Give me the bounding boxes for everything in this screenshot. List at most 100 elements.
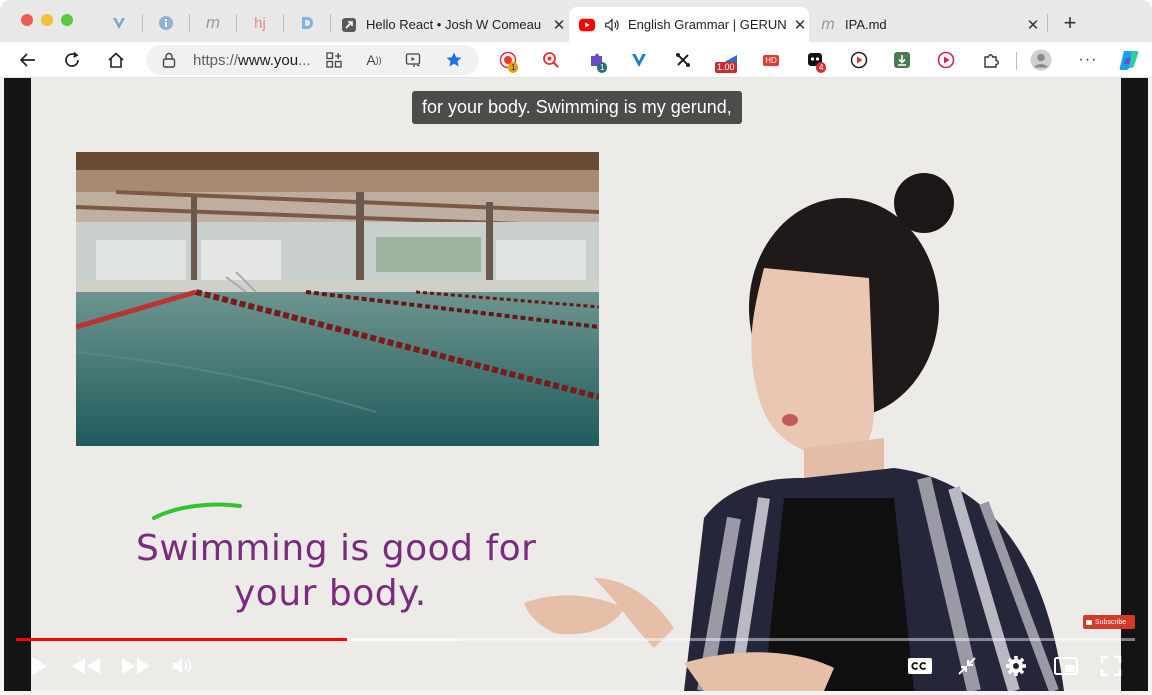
url-text: https://www.you... <box>193 52 311 69</box>
read-aloud-icon[interactable]: A)) <box>364 50 384 70</box>
extension-badge: 1 <box>597 62 608 73</box>
extension-zoom[interactable] <box>540 49 562 71</box>
letterbox-right <box>1121 78 1148 691</box>
close-tab-icon[interactable]: ✕ <box>550 16 568 34</box>
arrow-square-icon <box>341 17 357 33</box>
extension-mask[interactable]: 4 <box>804 49 827 73</box>
video-player[interactable]: for your body. Swimming is my gerund, Sw… <box>4 78 1148 691</box>
previous-button[interactable] <box>68 653 104 679</box>
green-underline-mark <box>152 502 242 520</box>
d-icon <box>302 17 313 29</box>
fullscreen-button[interactable] <box>1096 653 1126 679</box>
miniplayer-icon <box>1054 657 1078 675</box>
reload-icon <box>65 51 79 67</box>
address-bar[interactable]: https://www.you... A)) <box>146 45 479 75</box>
extension-speed[interactable]: 1.00 <box>715 49 741 73</box>
arrow-left-icon <box>19 53 35 67</box>
minimize-window-button[interactable] <box>41 14 53 26</box>
favorite-star-icon[interactable] <box>444 50 464 70</box>
pinned-tab-vivaldi[interactable] <box>104 10 134 36</box>
tab-hello-react[interactable]: Hello React • Josh W Comeau ✕ <box>336 7 568 42</box>
captions-button[interactable] <box>903 653 937 679</box>
extension-scissors[interactable] <box>672 49 694 71</box>
extensions-button[interactable] <box>980 49 1002 71</box>
extension-badge: 1.00 <box>715 62 737 73</box>
download-icon <box>894 52 910 68</box>
plus-icon: + <box>1063 10 1077 35</box>
maximize-window-button[interactable] <box>61 14 73 26</box>
subscribe-label: Subscribe <box>1095 618 1127 626</box>
close-window-button[interactable] <box>21 14 33 26</box>
subscribe-watermark[interactable]: Subscribe <box>1083 615 1135 629</box>
extension-badge: 1 <box>508 62 519 73</box>
previous-icon <box>72 658 100 674</box>
extension-hd[interactable]: HD <box>760 49 782 71</box>
markdown-m-icon: m <box>821 15 835 33</box>
time-current: 2:11 <box>211 659 236 674</box>
pinned-tab-m[interactable]: m <box>198 10 228 36</box>
lock-icon <box>162 52 176 73</box>
volume-button[interactable] <box>167 653 197 679</box>
pinned-tab-hj[interactable]: hj <box>245 10 275 36</box>
video-caption: for your body. Swimming is my gerund, <box>412 91 742 124</box>
speaker-audio-icon[interactable] <box>604 17 620 33</box>
url-scheme: https:// <box>193 52 239 69</box>
cc-icon <box>908 658 932 674</box>
reload-button[interactable] <box>58 46 86 74</box>
more-menu-button[interactable]: ··· <box>1077 49 1099 71</box>
extension-badge: 4 <box>816 62 827 73</box>
settings-icon <box>1006 656 1026 676</box>
letterbox-left <box>4 78 31 691</box>
toolbar: https://www.you... A)) 1 1 1.00 HD 4 ··· <box>0 42 1152 78</box>
tab-separator <box>142 14 143 32</box>
info-circle-icon <box>159 16 173 30</box>
extension-record[interactable]: 1 <box>497 49 519 73</box>
close-tab-icon[interactable]: ✕ <box>791 16 809 34</box>
extension-vivaldi[interactable] <box>628 49 650 71</box>
avatar-icon <box>1030 49 1052 71</box>
back-button[interactable] <box>14 46 42 74</box>
scissors-cross-icon <box>676 53 690 67</box>
copilot-button[interactable] <box>1118 49 1140 71</box>
profile-button[interactable] <box>1030 49 1052 71</box>
youtube-icon <box>579 17 595 33</box>
tab-title: Hello React • Josh W Comeau <box>366 17 542 32</box>
vivaldi-v-icon <box>113 18 125 29</box>
hj-icon: hj <box>254 14 266 32</box>
play-circle-icon <box>937 51 955 69</box>
exit-fullscreen-small-button[interactable] <box>952 653 982 679</box>
video-cast-icon[interactable] <box>403 50 423 70</box>
pinned-tab-info[interactable] <box>151 10 181 36</box>
miniplayer-button[interactable] <box>1049 653 1083 679</box>
presenter-figure <box>504 158 1124 691</box>
new-tab-button[interactable]: + <box>1055 10 1085 36</box>
extension-puzzle-purple[interactable]: 1 <box>586 49 608 73</box>
extension-download[interactable] <box>891 49 913 71</box>
home-button[interactable] <box>102 46 130 74</box>
puzzle-outline-icon <box>984 54 999 68</box>
extension-play[interactable] <box>935 49 957 71</box>
fullscreen-icon <box>1100 655 1122 677</box>
volume-icon <box>173 658 192 674</box>
tab-title: IPA.md <box>845 17 887 32</box>
apps-add-icon[interactable] <box>324 50 344 70</box>
settings-button[interactable] <box>1001 653 1031 679</box>
more-dots-icon: ··· <box>1078 51 1098 68</box>
lesson-sentence-line-1: Swimming is good for <box>136 528 537 569</box>
magnifier-icon <box>543 52 559 68</box>
tab-strip: m hj Hello React • Josh W Comeau ✕ Engli… <box>0 0 1152 42</box>
player-controls: 2:11 / 7:24 <box>4 641 1148 691</box>
url-host: www.you <box>238 52 299 69</box>
tab-separator <box>330 14 331 32</box>
tab-english-grammar[interactable]: English Grammar | GERUN ✕ <box>569 7 809 42</box>
home-icon <box>108 52 124 68</box>
tab-ipa-md[interactable]: m IPA.md ✕ <box>818 7 1044 42</box>
video-play-circle-icon <box>850 51 868 69</box>
tab-separator <box>236 14 237 32</box>
play-button[interactable] <box>24 653 54 679</box>
pinned-tab-d[interactable] <box>292 10 322 36</box>
next-button[interactable] <box>118 653 154 679</box>
tab-title: English Grammar | GERUN <box>628 17 787 32</box>
extension-video-circle[interactable] <box>848 49 870 71</box>
close-tab-icon[interactable]: ✕ <box>1024 16 1042 34</box>
